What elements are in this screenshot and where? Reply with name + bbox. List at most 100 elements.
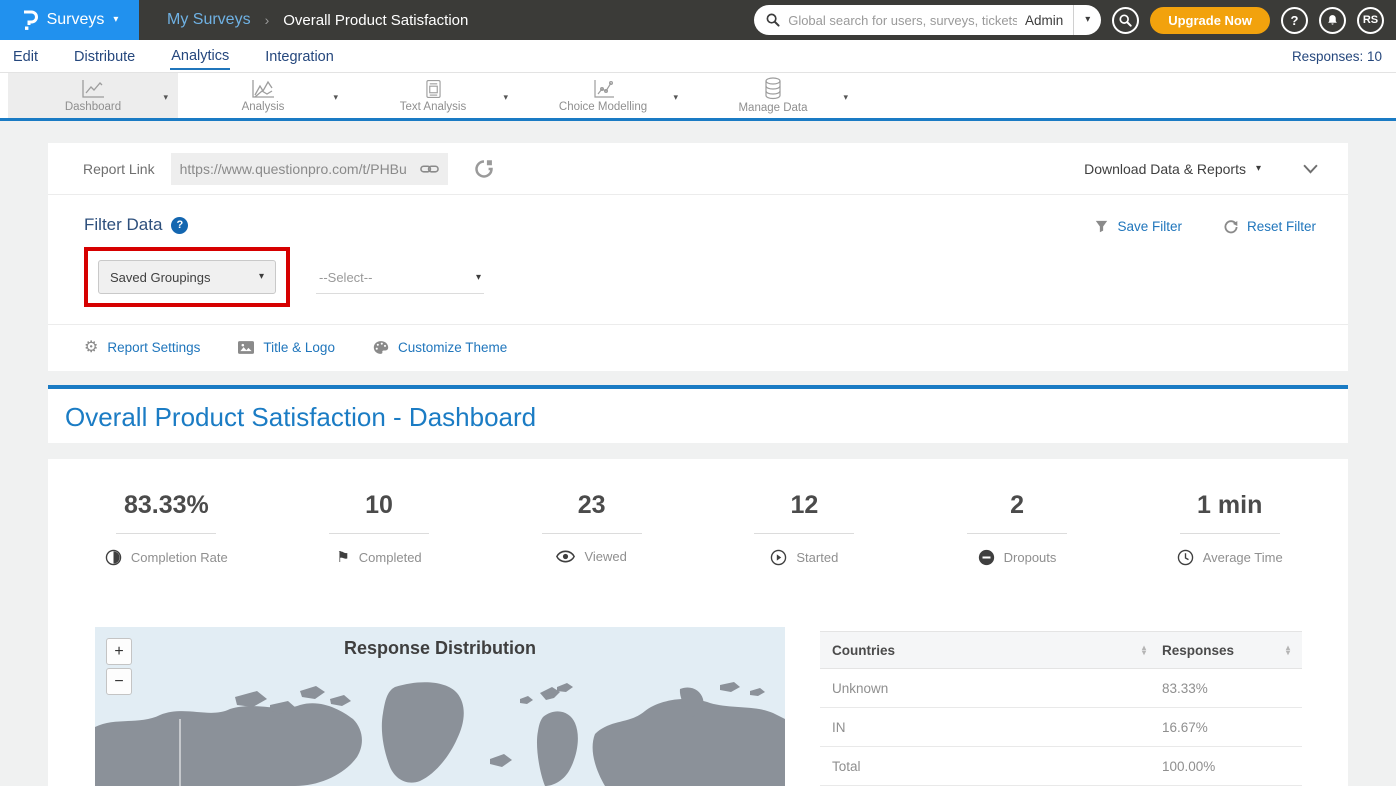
title-logo-button[interactable]: Title & Logo <box>238 340 335 355</box>
funnel-icon <box>1095 220 1108 233</box>
toolbar-item-manage-data[interactable]: Manage Data ▾ <box>688 73 858 118</box>
filter-data-section: Filter Data ? Saved Groupings ▾ --Select… <box>48 195 1348 325</box>
breadcrumb-separator: › <box>265 12 270 28</box>
caret-down-icon: ▾ <box>476 273 481 283</box>
toolbar-item-label: Analysis <box>242 101 285 113</box>
report-link-input[interactable] <box>180 161 416 177</box>
surveys-product-menu[interactable]: Surveys ▾ <box>0 0 139 40</box>
stat-dropouts: 2 Dropouts <box>911 491 1124 571</box>
countries-table-header: Countries ▴▾ Responses ▴▾ <box>820 631 1302 669</box>
stat-label: Completion Rate <box>131 550 228 565</box>
avatar-initials: RS <box>1363 14 1378 26</box>
caret-down-icon[interactable]: ▾ <box>163 92 168 103</box>
global-search-input[interactable] <box>780 13 1025 28</box>
toolbar-item-analysis[interactable]: Analysis ▾ <box>178 73 348 118</box>
help-icon[interactable]: ? <box>171 217 188 234</box>
toolbar-item-label: Text Analysis <box>400 101 466 113</box>
breadcrumb-my-surveys[interactable]: My Surveys <box>167 11 251 29</box>
search-button[interactable] <box>1112 7 1139 34</box>
stat-value: 10 <box>273 491 486 520</box>
stat-value: 1 min <box>1123 491 1336 520</box>
global-search[interactable]: Admin ▾ <box>754 5 1101 35</box>
reset-filter-label: Reset Filter <box>1247 219 1316 234</box>
search-icon <box>1119 14 1132 27</box>
toolbar-item-dashboard[interactable]: Dashboard ▾ <box>8 73 178 118</box>
tab-integration[interactable]: Integration <box>264 43 335 69</box>
breadcrumb: My Surveys › Overall Product Satisfactio… <box>167 11 468 29</box>
product-name: Surveys <box>47 11 105 29</box>
stat-label: Viewed <box>584 549 626 564</box>
dashboard-title-band: Overall Product Satisfaction - Dashboard <box>48 385 1348 443</box>
notifications-button[interactable] <box>1319 7 1346 34</box>
save-filter-button[interactable]: Save Filter <box>1095 219 1182 234</box>
help-button[interactable]: ? <box>1281 7 1308 34</box>
responses-count: Responses: 10 <box>1292 49 1382 64</box>
saved-groupings-value: Saved Groupings <box>110 270 210 285</box>
question-mark-icon: ? <box>1291 13 1299 28</box>
sort-icon[interactable]: ▴▾ <box>1142 645 1146 655</box>
tab-edit[interactable]: Edit <box>12 43 39 69</box>
country-cell: IN <box>832 720 846 735</box>
caret-down-icon[interactable]: ▾ <box>333 92 338 103</box>
clock-icon <box>1177 549 1194 566</box>
search-icon <box>766 13 780 27</box>
toolbar-item-label: Dashboard <box>65 101 121 113</box>
world-map <box>95 679 785 786</box>
responses-cell: 100.00% <box>1162 759 1215 774</box>
table-row: Total 100.00% <box>820 747 1302 786</box>
caret-down-icon: ▾ <box>1085 15 1090 25</box>
tab-distribute[interactable]: Distribute <box>73 43 136 69</box>
palette-icon <box>373 340 389 355</box>
caret-down-icon[interactable]: ▾ <box>843 92 848 103</box>
countries-table: Countries ▴▾ Responses ▴▾ Unknown 83.33%… <box>820 631 1302 786</box>
share-report-icon[interactable] <box>474 159 494 179</box>
eye-icon <box>556 550 575 563</box>
image-icon <box>238 341 254 354</box>
toolbar-item-choice-modelling[interactable]: Choice Modelling ▾ <box>518 73 688 118</box>
reset-filter-button[interactable]: Reset Filter <box>1224 219 1316 234</box>
stat-completed: 10 ⚑Completed <box>273 491 486 571</box>
collapse-panel-chevron-icon[interactable] <box>1303 164 1318 174</box>
country-cell: Total <box>832 759 861 774</box>
customize-theme-button[interactable]: Customize Theme <box>373 340 507 355</box>
report-link-field[interactable] <box>171 153 448 185</box>
caret-down-icon[interactable]: ▾ <box>503 92 508 103</box>
stat-completion-rate: 83.33% Completion Rate <box>60 491 273 571</box>
link-icon[interactable] <box>420 163 439 175</box>
toolbar-item-text-analysis[interactable]: Text Analysis ▾ <box>348 73 518 118</box>
stat-average-time: 1 min Average Time <box>1123 491 1336 571</box>
stats-row: 83.33% Completion Rate 10 ⚑Completed 23 … <box>48 459 1348 571</box>
filter-select-value: --Select-- <box>319 270 372 285</box>
report-settings-row: ⚙ Report Settings Title & Logo Customize… <box>48 325 1348 370</box>
half-circle-icon <box>105 549 122 566</box>
stat-value: 83.33% <box>60 491 273 520</box>
upgrade-now-button[interactable]: Upgrade Now <box>1150 7 1270 34</box>
responses-cell: 83.33% <box>1162 681 1208 696</box>
stat-label: Average Time <box>1203 550 1283 565</box>
response-distribution-map[interactable]: Response Distribution + − <box>95 627 785 786</box>
search-scope-dropdown[interactable]: ▾ <box>1073 5 1101 35</box>
questionpro-logo <box>21 9 38 32</box>
download-data-reports-menu[interactable]: Download Data & Reports ▾ <box>1084 161 1261 177</box>
saved-groupings-dropdown[interactable]: Saved Groupings ▾ <box>98 260 276 294</box>
refresh-icon <box>1224 220 1238 234</box>
breadcrumb-current-survey: Overall Product Satisfaction <box>283 12 468 29</box>
map-zoom-in-button[interactable]: + <box>106 638 132 665</box>
dashboard-card: 83.33% Completion Rate 10 ⚑Completed 23 … <box>48 459 1348 786</box>
stat-value: 2 <box>911 491 1124 520</box>
section-nav: Edit Distribute Analytics Integration Re… <box>0 40 1396 73</box>
filter-select-dropdown[interactable]: --Select-- ▾ <box>316 264 484 294</box>
caret-down-icon[interactable]: ▾ <box>673 92 678 103</box>
database-icon <box>764 77 782 100</box>
page-title: Overall Product Satisfaction - Dashboard <box>65 402 1348 433</box>
tab-analytics[interactable]: Analytics <box>170 42 230 70</box>
map-title: Response Distribution <box>95 638 785 659</box>
table-row: IN 16.67% <box>820 708 1302 747</box>
filter-actions: Save Filter Reset Filter <box>1095 219 1316 234</box>
bell-icon <box>1326 13 1339 27</box>
sort-icon[interactable]: ▴▾ <box>1286 645 1290 655</box>
avatar[interactable]: RS <box>1357 7 1384 34</box>
report-settings-button[interactable]: ⚙ Report Settings <box>84 340 200 356</box>
caret-down-icon: ▾ <box>113 15 118 25</box>
save-filter-label: Save Filter <box>1117 219 1182 234</box>
